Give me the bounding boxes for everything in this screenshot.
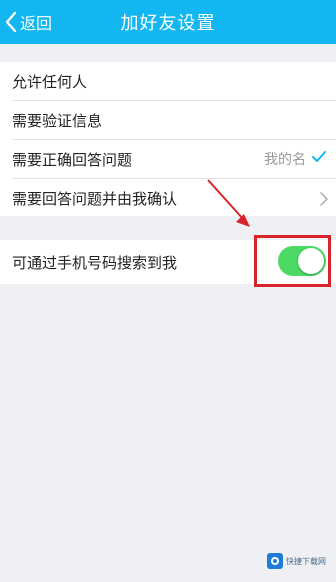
watermark-text: 快捷下载网 [286,556,326,566]
annotation-arrow-icon [207,179,250,227]
watermark: 快捷下载网 [267,552,326,570]
watermark-logo-icon [267,553,283,569]
